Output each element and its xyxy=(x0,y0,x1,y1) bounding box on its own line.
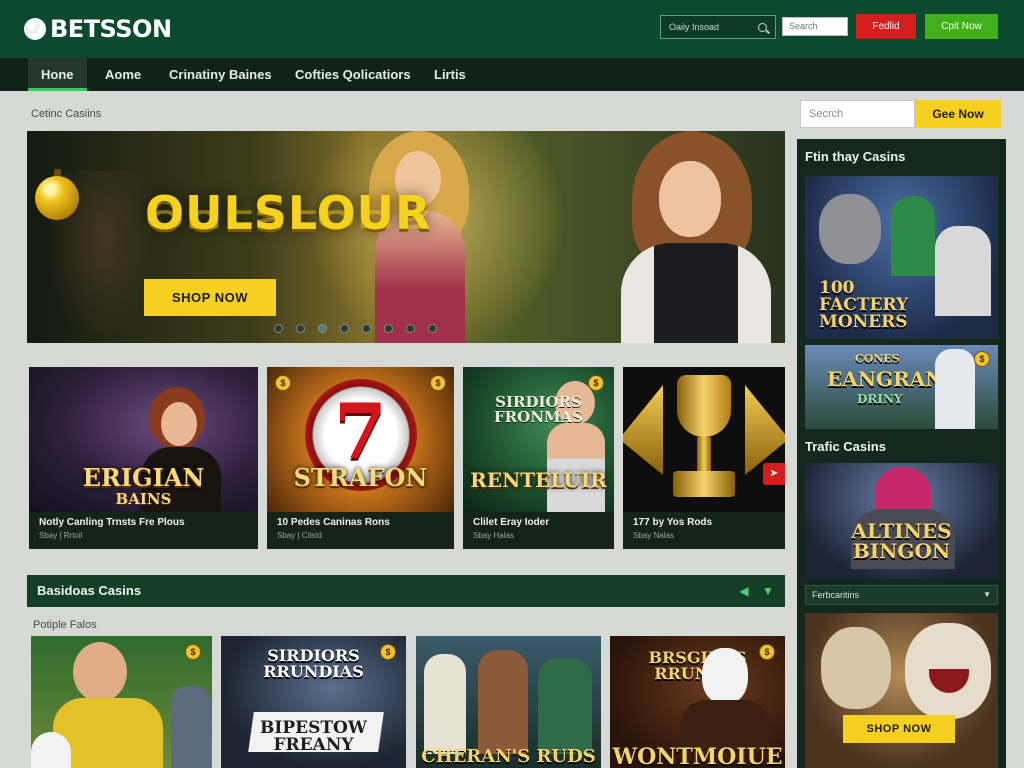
coin-icon: $ xyxy=(380,644,396,660)
carousel-dot[interactable] xyxy=(384,324,393,333)
carousel-dot[interactable] xyxy=(274,324,283,333)
game-card-title: BIPESTOW FREANY xyxy=(260,718,367,755)
sidebar-cta-button[interactable]: Gee Now xyxy=(915,100,1001,128)
game-tile-art-title: STRAFON xyxy=(293,463,428,492)
game-card-top-title: SIRDIORS RRUNDIAS xyxy=(263,646,364,681)
game-card-title: CHERAN'S RUDS xyxy=(421,746,596,767)
game-tile-meta: Sbay Halas xyxy=(473,531,514,540)
coin-icon: $ xyxy=(974,351,990,367)
coin-icon: $ xyxy=(275,375,291,391)
game-tile-name: 177 by Yos Rods xyxy=(633,517,713,528)
carousel-dot-active[interactable] xyxy=(318,324,327,333)
brand-logo[interactable]: BETSSON xyxy=(24,14,172,44)
game-card[interactable]: $ xyxy=(31,636,212,768)
game-tile[interactable]: 7 $ $ STRAFON 10 Pedes Caninas Rons Sbay… xyxy=(267,367,454,549)
game-tile-art-top-title: SIRDIORS FRONMAS xyxy=(494,393,583,426)
nav-item-home[interactable]: Hone xyxy=(28,58,87,91)
top-header: BETSSON Oaiiy Insoad Search Fedlid Cpit … xyxy=(0,0,1024,58)
header-search-placeholder: Oaiiy Insoad xyxy=(669,22,720,32)
game-tile-meta: Sbay | Cilstd xyxy=(277,531,322,540)
sidebar-game-card[interactable]: ALTINES BINGON xyxy=(805,463,998,579)
section-sub-label: Potiple Falos xyxy=(33,619,97,631)
game-tile-art: ➤ xyxy=(623,367,785,512)
login-button[interactable]: Fedlid xyxy=(856,14,916,39)
game-tile-art-title: ERIGIAN xyxy=(82,463,205,492)
game-tile-art: ERIGIAN BAINS xyxy=(29,367,258,512)
scroll-right-icon[interactable]: ▼ xyxy=(761,584,775,598)
game-tile-meta: Sbay Nalas xyxy=(633,531,674,540)
sidebar-game-card[interactable]: 100 FACTERY MONERS xyxy=(805,176,998,339)
main-nav: Hone Aome Crinatiny Baines Cofties Qolic… xyxy=(0,58,1024,91)
header-text-input[interactable]: Search xyxy=(782,17,848,36)
game-tile-art: SIRDIORS FRONMAS $ RENTELUIR xyxy=(463,367,614,512)
search-icon[interactable] xyxy=(758,22,767,32)
coin-icon: $ xyxy=(759,644,775,660)
carousel-dot[interactable] xyxy=(340,324,349,333)
game-tile[interactable]: ERIGIAN BAINS Notly Canling Trnsts Fre P… xyxy=(29,367,258,549)
hero-title-reflection: OULSLOUR xyxy=(145,204,432,234)
nav-item-aome[interactable]: Aome xyxy=(105,58,141,91)
hero-model-right xyxy=(607,131,782,343)
coin-icon: $ xyxy=(185,644,201,660)
carousel-dot[interactable] xyxy=(406,324,415,333)
sidebar-card-subtitle: DRINY xyxy=(857,392,903,406)
sidebar-panel: Ftin thay Casins 100 FACTERY MONERS CONE… xyxy=(797,139,1006,768)
carousel-dot[interactable] xyxy=(296,324,305,333)
sidebar-filter-select[interactable]: Ferbcaritins ▼ xyxy=(805,585,998,605)
nav-item-cofties-qolicatiors[interactable]: Cofties Qolicatiors xyxy=(295,58,411,91)
sidebar-game-card[interactable] xyxy=(805,613,998,768)
gold-ornament-icon xyxy=(35,176,79,220)
game-tile-meta: Sbay | Rrtoil xyxy=(39,531,83,540)
game-tile-art-subtitle: BAINS xyxy=(115,490,172,508)
join-now-button[interactable]: Cpit Now xyxy=(925,14,998,39)
nav-item-lirtis[interactable]: Lirtis xyxy=(434,58,466,91)
game-card[interactable]: CHERAN'S RUDS xyxy=(416,636,601,768)
sidebar-search-input[interactable]: Secrch xyxy=(800,100,915,128)
game-tile[interactable]: ➤ 177 by Yos Rods Sbay Nalas xyxy=(623,367,785,549)
sidebar-heading: Trafic Casins xyxy=(805,439,886,454)
game-tile[interactable]: SIRDIORS FRONMAS $ RENTELUIR Clilet Eray… xyxy=(463,367,614,549)
sidebar-card-title: ALTINES BINGON xyxy=(851,519,952,563)
game-card[interactable]: BRSGINAS RRUNIAS $ WONTMOIUE xyxy=(610,636,785,768)
section-header: Basidoas Casins ◀ ▼ xyxy=(27,575,785,607)
chevron-down-icon: ▼ xyxy=(983,590,991,599)
brand-name: BETSSON xyxy=(50,15,172,43)
hero-banner[interactable]: OULSLOUR OULSLOUR SHOP NOW xyxy=(27,131,785,343)
header-search-input[interactable]: Oaiiy Insoad xyxy=(660,15,776,39)
game-card-title: WONTMOIUE xyxy=(612,744,783,768)
golden-trophy-icon xyxy=(623,375,785,501)
sidebar-heading: Ftin thay Casins xyxy=(805,149,906,164)
breadcrumb: Cetinc Casiins xyxy=(31,108,102,120)
sidebar-filter-value: Ferbcaritins xyxy=(812,590,860,600)
game-card[interactable]: SIRDIORS RRUNDIAS $ BIPESTOW FREANY xyxy=(221,636,406,768)
carousel-dot[interactable] xyxy=(428,324,437,333)
game-tile-name: Notly Canling Trnsts Fre Plous xyxy=(39,517,185,528)
carousel-dots xyxy=(274,324,437,333)
game-tile-name: Clilet Eray Ioder xyxy=(473,517,550,528)
hero-shop-now-button[interactable]: SHOP NOW xyxy=(144,279,276,316)
section-title: Basidoas Casins xyxy=(37,583,142,598)
hot-badge-icon: ➤ xyxy=(763,463,785,485)
game-tile-name: 10 Pedes Caninas Rons xyxy=(277,517,390,528)
sidebar-game-card[interactable]: CONES EANGRAN DRINY $ xyxy=(805,345,998,429)
scroll-left-icon[interactable]: ◀ xyxy=(737,584,751,598)
game-tile-art: 7 $ $ STRAFON xyxy=(267,367,454,512)
coin-icon: $ xyxy=(588,375,604,391)
logo-leaf-icon xyxy=(24,18,46,40)
sidebar-card-title: 100 FACTERY MONERS xyxy=(819,278,909,332)
coin-icon: $ xyxy=(430,375,446,391)
game-tile-art-title: RENTELUIR xyxy=(470,468,607,492)
carousel-dot[interactable] xyxy=(362,324,371,333)
nav-item-crinatiny-baines[interactable]: Crinatiny Baines xyxy=(169,58,272,91)
sidebar-shop-now-button[interactable]: SHOP NOW xyxy=(843,715,955,743)
